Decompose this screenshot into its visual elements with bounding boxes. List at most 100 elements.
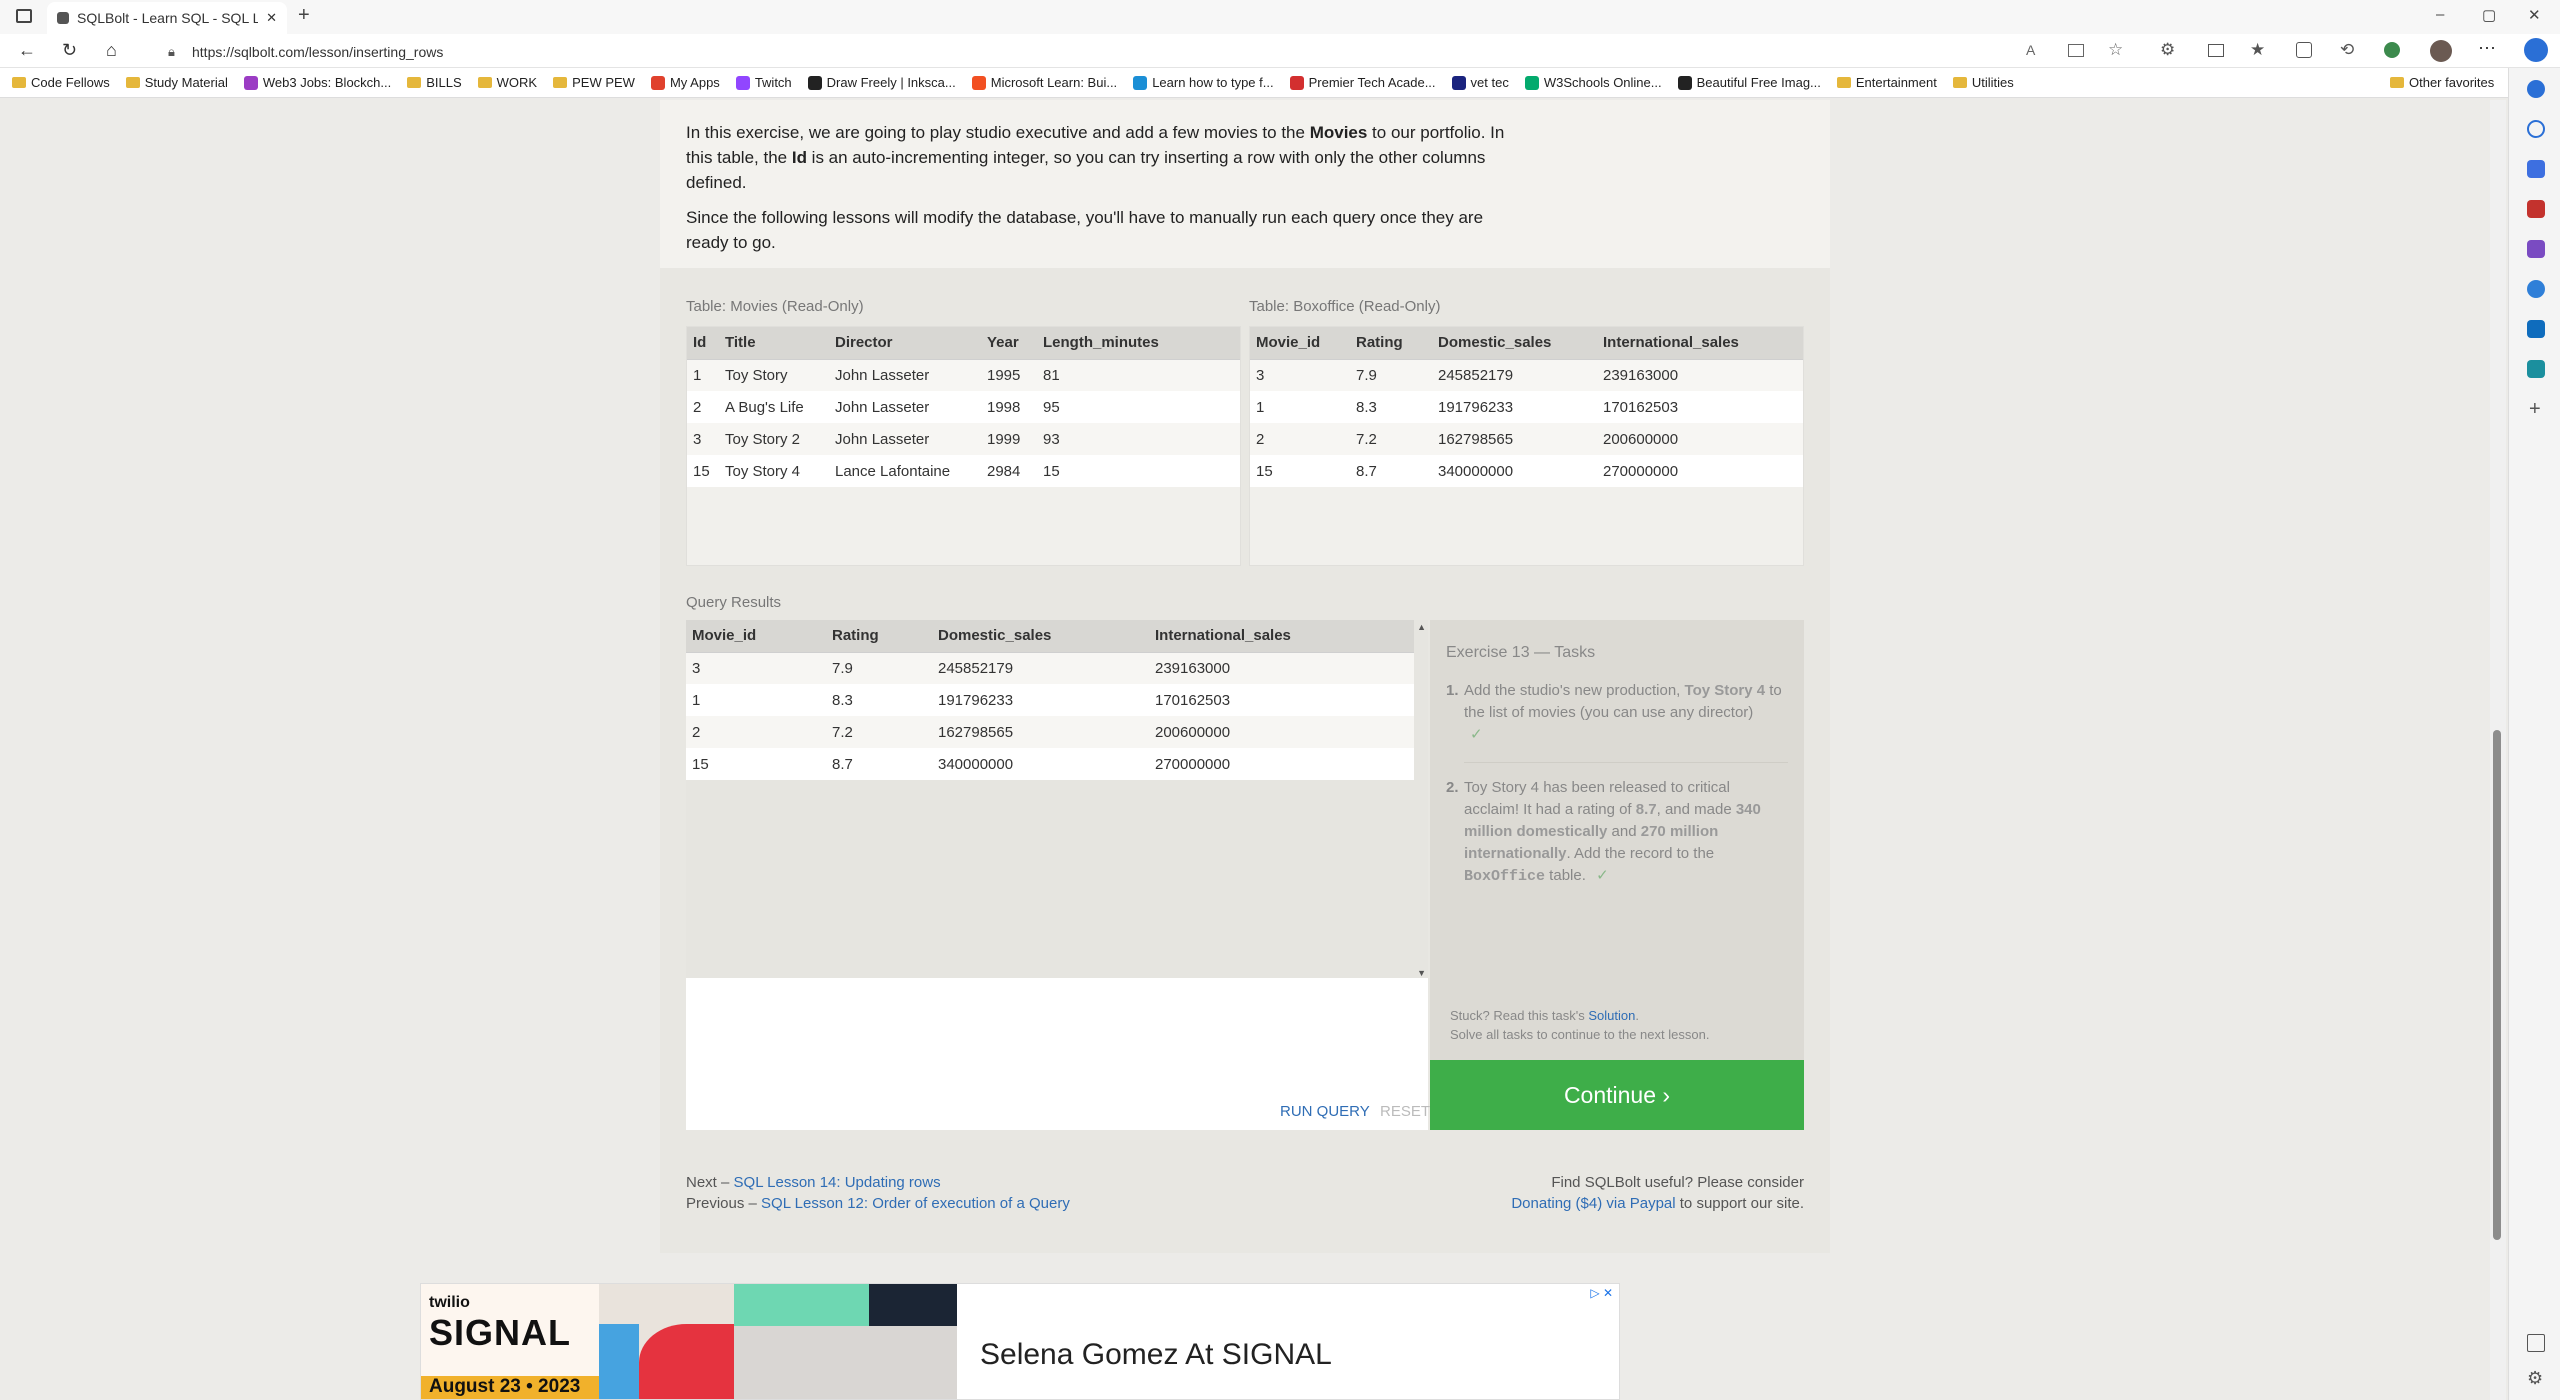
collections-icon[interactable] [2296, 42, 2312, 58]
column-header: Movie_id [686, 620, 826, 653]
table-cell: 2 [1250, 423, 1350, 455]
outlook-icon[interactable] [2527, 320, 2545, 338]
shopping-icon[interactable] [2527, 160, 2545, 178]
task-divider [1464, 762, 1788, 763]
results-scroll-up-icon[interactable]: ▲ [1417, 622, 1426, 632]
results-scroll-down-icon[interactable]: ▼ [1417, 968, 1426, 978]
intro-paragraph-2: Since the following lessons will modify … [686, 208, 1484, 252]
bookmark-item[interactable]: Web3 Jobs: Blockch... [243, 75, 391, 90]
immersive-reader-icon[interactable] [2068, 44, 2084, 57]
browser-essentials-icon[interactable] [2384, 42, 2400, 58]
bookmark-item[interactable]: Beautiful Free Imag... [1677, 75, 1821, 90]
minimize-icon[interactable]: – [2436, 6, 2444, 23]
column-header: International_sales [1597, 327, 1803, 360]
reset-button[interactable]: RESET [1380, 1103, 1430, 1120]
tasks-title: Exercise 13 — Tasks [1446, 644, 1596, 661]
table-cell: 3 [686, 652, 826, 684]
bookmark-label: BILLS [426, 75, 462, 90]
bookmark-item[interactable]: Learn how to type f... [1133, 75, 1274, 90]
nav-prefix: Previous – [686, 1195, 762, 1212]
column-header: International_sales [1149, 620, 1414, 653]
table-cell: 162798565 [932, 716, 1149, 748]
favorite-star-icon[interactable]: ☆ [2108, 40, 2123, 60]
new-tab-icon[interactable]: + [298, 4, 310, 27]
tab-actions-icon[interactable] [16, 9, 32, 23]
drop-icon[interactable] [2527, 360, 2545, 378]
ad-headline[interactable]: Selena Gomez At SIGNAL [980, 1338, 1332, 1372]
microsoft-365-icon[interactable] [2527, 280, 2545, 298]
bookmark-label: Entertainment [1855, 75, 1937, 90]
lesson-intro: In this exercise, we are going to play s… [686, 120, 1516, 265]
refresh-icon[interactable]: ↻ [62, 40, 77, 61]
w3schools-icon [1524, 75, 1539, 90]
bookmark-label: Premier Tech Acade... [1308, 75, 1436, 90]
settings-gear-icon[interactable]: ⚙ [2527, 1368, 2543, 1389]
table-cell: 8.3 [826, 684, 932, 716]
notifications-icon[interactable] [2527, 80, 2545, 98]
more-menu-icon[interactable]: ⋯ [2478, 38, 2496, 59]
bookmark-item[interactable]: BILLS [407, 75, 462, 90]
split-screen-icon[interactable] [2208, 44, 2224, 57]
address-bar[interactable]: 🔒︎ https://sqlbolt.com/lesson/inserting_… [168, 41, 2038, 63]
bookmark-label: Beautiful Free Imag... [1696, 75, 1821, 90]
intro-bold: Id [791, 148, 807, 167]
table-cell: 170162503 [1597, 391, 1803, 423]
table-row: 3 Toy Story 2 John Lasseter 1999 93 [687, 423, 1240, 455]
table-cell: 7.2 [1350, 423, 1432, 455]
search-icon[interactable] [2527, 120, 2545, 138]
continue-button[interactable]: Continue › [1430, 1060, 1804, 1130]
bookmark-item[interactable]: Premier Tech Acade... [1289, 75, 1436, 90]
back-icon[interactable]: ← [18, 40, 36, 61]
bookmark-label: Learn how to type f... [1152, 75, 1274, 90]
bookmark-label: Code Fellows [31, 75, 110, 90]
microsoft-icon [971, 75, 986, 90]
bookmark-item[interactable]: Study Material [125, 75, 228, 90]
close-window-icon[interactable]: ✕ [2528, 6, 2541, 24]
next-lesson-link[interactable]: SQL Lesson 14: Updating rows [734, 1174, 941, 1191]
other-favorites[interactable]: Other favorites [2390, 75, 2494, 90]
solve-all-text: Solve all tasks to continue to the next … [1450, 1027, 1710, 1042]
table-cell: 340000000 [1432, 455, 1597, 487]
folder-icon [553, 77, 568, 88]
bookmark-item[interactable]: My Apps [650, 75, 720, 90]
bookmark-item[interactable]: Utilities [1952, 75, 2014, 90]
page-scrollbar-thumb[interactable] [2493, 730, 2501, 1240]
bookmark-item[interactable]: Draw Freely | Inksca... [807, 75, 956, 90]
task-code: BoxOffice [1464, 868, 1546, 885]
solution-link[interactable]: Solution [1588, 1008, 1635, 1023]
history-icon[interactable]: ⟲ [2340, 40, 2354, 60]
next-lesson: Next – SQL Lesson 14: Updating rows [686, 1172, 1070, 1193]
bookmark-item[interactable]: WORK [477, 75, 537, 90]
bookmark-item[interactable]: Code Fellows [12, 75, 110, 90]
home-icon[interactable]: ⌂ [106, 40, 117, 61]
close-tab-icon[interactable]: ✕ [266, 10, 277, 26]
bookmark-item[interactable]: Twitch [735, 75, 792, 90]
ad-close-icon[interactable]: ▷ ✕ [1590, 1286, 1613, 1300]
extensions-icon[interactable]: ⚙ [2160, 40, 2175, 60]
bookmark-item[interactable]: vet tec [1451, 75, 1509, 90]
read-aloud-icon[interactable]: A [2026, 42, 2035, 58]
run-query-button[interactable]: RUN QUERY [1280, 1103, 1370, 1120]
table-cell: 340000000 [932, 748, 1149, 780]
nav-prefix: Next – [686, 1174, 734, 1191]
bookmark-item[interactable]: PEW PEW [553, 75, 635, 90]
browser-tab[interactable]: SQLBolt - Learn SQL - SQL Lesso ✕ [47, 2, 287, 34]
donate-link[interactable]: Donating ($4) via Paypal [1511, 1195, 1675, 1212]
table-cell: John Lasseter [829, 423, 981, 455]
unsplash-icon [1677, 75, 1692, 90]
table-cell: 3 [1250, 359, 1350, 391]
bookmark-item[interactable]: W3Schools Online... [1524, 75, 1662, 90]
previous-lesson-link[interactable]: SQL Lesson 12: Order of execution of a Q… [761, 1195, 1070, 1212]
add-sidebar-app-icon[interactable]: + [2529, 398, 2541, 421]
maximize-icon[interactable]: ▢ [2482, 6, 2496, 24]
games-icon[interactable] [2527, 240, 2545, 258]
bing-chat-icon[interactable] [2524, 38, 2548, 62]
sidebar-layout-icon[interactable] [2527, 1334, 2545, 1352]
bookmark-item[interactable]: Microsoft Learn: Bui... [971, 75, 1117, 90]
table-cell: 2 [687, 391, 719, 423]
favorites-icon[interactable]: ★ [2250, 40, 2265, 60]
tools-icon[interactable] [2527, 200, 2545, 218]
movies-table-caption: Table: Movies (Read-Only) [686, 298, 864, 315]
profile-avatar[interactable] [2430, 40, 2452, 62]
bookmark-item[interactable]: Entertainment [1836, 75, 1937, 90]
